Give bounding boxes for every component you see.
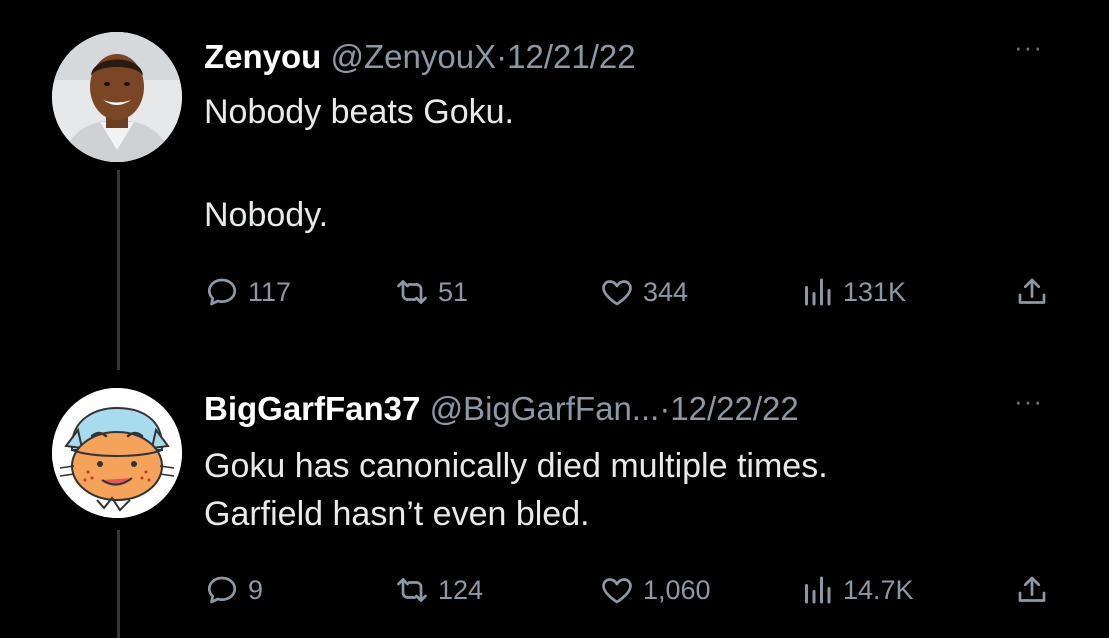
retweet-button[interactable]: 51 (394, 274, 468, 310)
bar-chart-icon (805, 576, 831, 604)
like-button[interactable]: 1,060 (599, 572, 711, 608)
retweet-arrows-icon (397, 280, 427, 304)
reply-count: 117 (248, 276, 292, 307)
tweet-date[interactable]: 12/21/22 (507, 38, 635, 75)
more-options-icon[interactable]: ··· (1014, 32, 1043, 63)
separator-dot: · (659, 390, 671, 427)
reply-count: 9 (248, 574, 264, 605)
author-handle[interactable]: @ZenyouX (331, 38, 497, 75)
share-button[interactable] (1014, 572, 1058, 608)
thread-line (117, 170, 120, 370)
view-count: 14.7K (843, 574, 914, 605)
speech-bubble-icon (207, 278, 237, 306)
more-options-icon[interactable]: ··· (1014, 386, 1043, 417)
share-button[interactable] (1014, 274, 1058, 310)
tweet-paragraph: Nobody beats Goku. (204, 93, 514, 131)
bar-chart-icon (805, 278, 831, 306)
person-photo-avatar (52, 32, 182, 162)
share-upload-icon (1018, 576, 1046, 602)
like-count: 1,060 (643, 574, 711, 605)
views-button[interactable]: 14.7K (799, 572, 914, 608)
action-bar: 9 124 1,060 14.7K (204, 572, 1064, 616)
retweet-count: 124 (438, 574, 484, 605)
reply-button[interactable]: 117 (204, 274, 291, 310)
thread-line (117, 530, 120, 638)
tweet-paragraph: Nobody. (204, 196, 329, 234)
views-button[interactable]: 131K (799, 274, 906, 310)
heart-icon (602, 578, 632, 604)
tweet-date[interactable]: 12/22/22 (670, 390, 798, 427)
tweet-header: Zenyou @ZenyouX·12/21/22 (204, 38, 636, 76)
retweet-count: 51 (438, 276, 469, 307)
avatar[interactable] (52, 388, 182, 518)
tweet-text: Nobody beats Goku. Nobody. (204, 88, 1064, 239)
view-count: 131K (843, 276, 907, 307)
cartoon-cat-avatar (52, 388, 182, 518)
tweet-paragraph: Garfield hasn’t even bled. (204, 495, 590, 533)
tweet-paragraph: Goku has canonically died multiple times… (204, 447, 828, 485)
retweet-arrows-icon (397, 578, 427, 602)
avatar[interactable] (52, 32, 182, 162)
like-count: 344 (643, 276, 689, 307)
heart-icon (602, 280, 632, 306)
retweet-button[interactable]: 124 (394, 572, 483, 608)
tweet-header: BigGarfFan37 @BigGarfFan...·12/22/22 (204, 390, 799, 428)
action-bar: 117 51 344 131K (204, 274, 1064, 318)
author-name[interactable]: BigGarfFan37 (204, 390, 420, 427)
separator-dot: · (496, 38, 508, 75)
tweet[interactable]: Zenyou @ZenyouX·12/21/22 ··· Nobody beat… (0, 0, 1109, 370)
speech-bubble-icon (207, 576, 237, 604)
author-handle[interactable]: @BigGarfFan... (430, 390, 660, 427)
share-upload-icon (1018, 278, 1046, 304)
tweet-text: Goku has canonically died multiple times… (204, 442, 1064, 538)
like-button[interactable]: 344 (599, 274, 688, 310)
author-name[interactable]: Zenyou (204, 38, 321, 75)
reply-button[interactable]: 9 (204, 572, 263, 608)
tweet[interactable]: BigGarfFan37 @BigGarfFan...·12/22/22 ···… (0, 370, 1109, 638)
